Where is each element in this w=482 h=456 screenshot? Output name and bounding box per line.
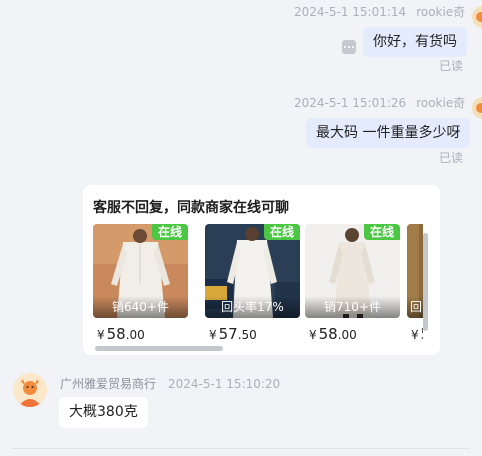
- input-divider: [12, 448, 470, 449]
- product-sales: 销640+件: [93, 296, 188, 318]
- price-decimal: .00: [125, 328, 145, 342]
- horizontal-scrollbar[interactable]: [95, 346, 223, 351]
- product-card[interactable]: 在线 销640+件 ¥58.00: [93, 224, 188, 343]
- price-integer: 57: [218, 325, 238, 343]
- product-price: ¥5: [411, 325, 423, 343]
- message-1-read-status: 已读: [439, 59, 464, 73]
- online-badge: 在线: [263, 224, 300, 240]
- product-list[interactable]: 在线 销640+件 ¥58.00 在线 回头率17% ¥ 57.50 在线 销7…: [93, 224, 423, 344]
- product-price: ¥57.50: [209, 325, 300, 343]
- price-decimal: .50: [237, 328, 257, 342]
- online-badge: 在线: [363, 224, 400, 240]
- reply-sender: 广州雅爱贸易商行: [60, 377, 157, 391]
- currency-symbol: ¥: [97, 328, 105, 342]
- product-price: ¥58.00: [309, 325, 400, 343]
- price-decimal: .00: [337, 328, 357, 342]
- price-integer: 58: [106, 325, 126, 343]
- product-repurchase-rate: 回头率17%: [205, 296, 300, 318]
- message-2-sender: rookie奇: [416, 96, 466, 110]
- message-2-time: 2024-5-1 15:01:26: [294, 96, 407, 110]
- product-image[interactable]: 在线 销640+件: [93, 224, 188, 318]
- product-image[interactable]: 在线 回头率17%: [205, 224, 300, 318]
- card-title: 客服不回复，同款商家在线可聊: [93, 200, 289, 216]
- user-avatar-2[interactable]: [472, 97, 482, 119]
- currency-symbol: ¥: [411, 328, 419, 342]
- currency-symbol: ¥: [309, 328, 317, 342]
- shop-avatar-icon: [13, 373, 47, 407]
- message-1-bubble[interactable]: 你好，有货吗: [363, 27, 467, 57]
- product-image[interactable]: 在线 销710+件: [305, 224, 400, 318]
- online-badge: 在线: [151, 224, 188, 240]
- message-1-time: 2024-5-1 15:01:14: [294, 5, 407, 19]
- shop-avatar[interactable]: [13, 373, 47, 407]
- message-2-bubble[interactable]: 最大码 一件重量多少呀: [306, 118, 471, 148]
- product-image[interactable]: 回: [407, 224, 423, 318]
- message-1-sender: rookie奇: [416, 5, 466, 19]
- currency-symbol: ¥: [209, 328, 217, 342]
- message-2-read-status: 已读: [439, 151, 464, 165]
- user-avatar-1[interactable]: [472, 6, 482, 28]
- message-1-meta: 2024-5-1 15:01:14 rookie奇: [294, 3, 465, 20]
- product-card[interactable]: 回 ¥5: [407, 224, 423, 343]
- reply-bubble[interactable]: 大概380克: [59, 397, 148, 428]
- price-integer: 58: [318, 325, 338, 343]
- product-card[interactable]: 在线 销710+件 ¥58.00: [305, 224, 400, 343]
- more-icon[interactable]: [342, 40, 356, 54]
- product-sales: 销710+件: [305, 296, 400, 318]
- reply-meta: 广州雅爱贸易商行 2024-5-1 15:10:20: [60, 375, 280, 392]
- recommendation-card: 客服不回复，同款商家在线可聊 在线 销640+件 ¥58.00 在线 回头率17…: [83, 185, 440, 355]
- reply-time: 2024-5-1 15:10:20: [168, 377, 281, 391]
- message-2-meta: 2024-5-1 15:01:26 rookie奇: [294, 94, 465, 111]
- product-price: ¥58.00: [97, 325, 188, 343]
- vertical-scrollbar[interactable]: [423, 233, 428, 331]
- product-sales: 回: [407, 296, 423, 318]
- product-card[interactable]: 在线 回头率17% ¥57.50: [205, 224, 300, 343]
